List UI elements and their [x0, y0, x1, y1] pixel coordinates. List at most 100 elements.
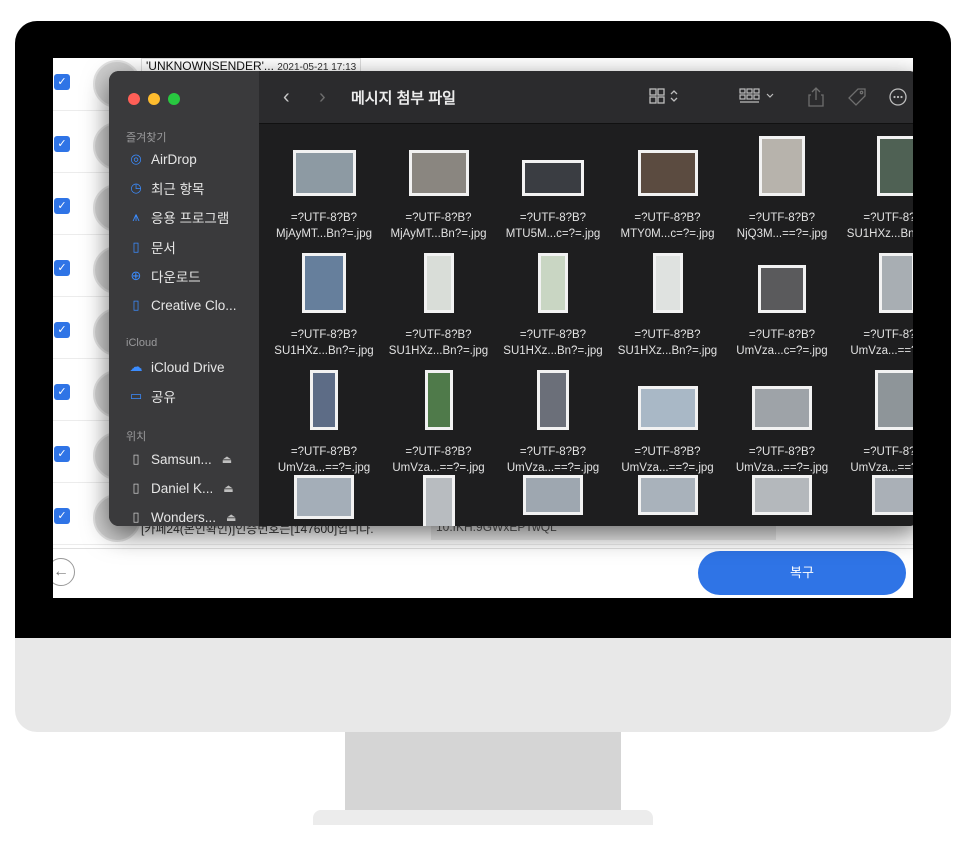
file-item[interactable]: =?UTF-8?B? MTU5M...c=?=.jpg	[496, 124, 610, 241]
sidebar-item-label: Wonders...	[151, 509, 217, 525]
file-item[interactable]: =?UTF-8?B? NjQ3M...==?=.jpg	[725, 124, 839, 241]
clock-icon: ◷	[130, 180, 142, 196]
image-thumbnail[interactable]	[637, 475, 698, 515]
monitor-stand-base	[313, 810, 653, 825]
file-item[interactable]	[267, 475, 381, 526]
file-item[interactable]: =?UTF-8?B? MTY0M...c=?=.jpg	[611, 124, 725, 241]
checkbox-checked-icon[interactable]: ✓	[54, 198, 70, 214]
image-thumbnail[interactable]	[752, 475, 812, 515]
file-item[interactable]: =?UTF-8?B? UmVza...c=?=.jpg	[725, 241, 839, 358]
image-thumbnail[interactable]	[637, 150, 698, 196]
image-thumbnail[interactable]	[294, 475, 354, 519]
restore-button[interactable]: 복구	[698, 551, 906, 595]
sidebar-item[interactable]: ◎ AirDrop	[126, 148, 196, 170]
image-thumbnail[interactable]	[538, 253, 568, 313]
drive-icon: ▯	[132, 451, 140, 466]
eject-icon[interactable]: ⏏	[223, 482, 233, 495]
checkbox-checked-icon[interactable]: ✓	[54, 384, 70, 400]
checkbox-checked-icon[interactable]: ✓	[54, 136, 70, 152]
sidebar-item[interactable]: ▯ 문서	[126, 236, 175, 258]
sidebar-item[interactable]: ▯ Daniel K... ⏏	[126, 477, 233, 499]
image-thumbnail[interactable]	[422, 475, 455, 526]
sidebar-item[interactable]: ▯ Creative Clo...	[126, 294, 237, 316]
sidebar-item-label: Creative Clo...	[151, 297, 237, 313]
window-title: 메시지 첨부 파일	[351, 90, 456, 107]
forward-chevron-icon[interactable]: ›	[319, 86, 326, 109]
file-name-line2: UmVza...==?=.jpg	[392, 462, 485, 474]
close-window-button[interactable]	[128, 93, 140, 105]
file-name-line2: MjAyMT...Bn?=.jpg	[390, 228, 487, 240]
tag-icon[interactable]	[847, 87, 867, 111]
image-thumbnail[interactable]	[759, 136, 805, 196]
checkbox-checked-icon[interactable]: ✓	[54, 74, 70, 90]
eject-icon[interactable]: ⏏	[226, 511, 236, 524]
file-item[interactable]: =?UTF-8?B? UmVza...==?=.jpg	[840, 241, 913, 358]
sidebar-item[interactable]: ☁ iCloud Drive	[126, 356, 225, 378]
file-item[interactable]	[496, 475, 610, 526]
sidebar-item[interactable]: ▭ 공유	[126, 385, 176, 407]
group-by-icon[interactable]	[739, 87, 779, 109]
back-chevron-icon[interactable]: ‹	[283, 86, 290, 109]
file-item[interactable]: =?UTF-8?B? UmVza...==?=.jpg	[267, 358, 381, 475]
back-arrow-icon[interactable]: ←	[53, 558, 75, 586]
monitor-chin	[15, 638, 951, 732]
image-thumbnail[interactable]	[408, 150, 469, 196]
checkbox-checked-icon[interactable]: ✓	[54, 446, 70, 462]
checkbox-checked-icon[interactable]: ✓	[54, 322, 70, 338]
sidebar-item[interactable]: ⊕ 다운로드	[126, 265, 201, 287]
zoom-window-button[interactable]	[168, 93, 180, 105]
sidebar-item[interactable]: ⩚ 응용 프로그램	[126, 206, 229, 228]
file-name-line1: =?UTF-8?B?	[290, 212, 358, 224]
image-thumbnail[interactable]	[874, 370, 913, 430]
file-item[interactable]: =?UTF-8?B? MjAyMT...Bn?=.jpg	[267, 124, 381, 241]
image-thumbnail[interactable]	[637, 386, 698, 430]
image-thumbnail[interactable]	[652, 253, 683, 313]
file-name-line1: =?UTF-8?B?	[519, 329, 587, 341]
image-thumbnail[interactable]	[522, 160, 584, 196]
grid-view-icon[interactable]	[649, 87, 681, 109]
image-thumbnail[interactable]	[878, 253, 913, 313]
file-item[interactable]: =?UTF-8?B? SU1HXz...Bn?=.jpg	[611, 241, 725, 358]
file-item[interactable]	[382, 475, 496, 526]
image-thumbnail[interactable]	[523, 475, 583, 515]
file-item[interactable]: =?UTF-8?B? UmVza...==?=.jpg	[382, 358, 496, 475]
more-icon[interactable]	[889, 87, 913, 111]
eject-icon[interactable]: ⏏	[222, 453, 232, 466]
sidebar-item[interactable]: ▯ Wonders... ⏏	[126, 506, 236, 526]
file-item[interactable]	[611, 475, 725, 526]
image-thumbnail[interactable]	[424, 370, 453, 430]
checkbox-checked-icon[interactable]: ✓	[54, 260, 70, 276]
sidebar-item-label: iCloud Drive	[151, 359, 225, 375]
file-name-line1: =?UTF-8?B?	[634, 446, 701, 458]
file-item[interactable]: =?UTF-8?B? SU1HXz...Bn?=.jpg	[840, 124, 913, 241]
file-name-line2: MjAyMT...Bn?=.jpg	[276, 228, 372, 240]
image-thumbnail[interactable]	[423, 253, 454, 313]
image-thumbnail[interactable]	[302, 253, 346, 313]
image-thumbnail[interactable]	[752, 386, 812, 430]
file-item[interactable]: =?UTF-8?B? UmVza...==?=.jpg	[725, 358, 839, 475]
file-icon: ▯	[132, 297, 140, 312]
file-name-line2: UmVza...==?=.jpg	[850, 462, 913, 474]
file-item[interactable]: =?UTF-8?B? SU1HXz...Bn?=.jpg	[496, 241, 610, 358]
file-item[interactable]: =?UTF-8?B? UmVza...==?=.jpg	[611, 358, 725, 475]
file-item[interactable]: =?UTF-8?B? UmVza...==?=.jpg	[496, 358, 610, 475]
file-item[interactable]: =?UTF-8?B? MjAyMT...Bn?=.jpg	[382, 124, 496, 241]
checkbox-checked-icon[interactable]: ✓	[54, 508, 70, 524]
image-thumbnail[interactable]	[871, 475, 913, 515]
minimize-window-button[interactable]	[148, 93, 160, 105]
image-thumbnail[interactable]	[537, 370, 569, 430]
file-name-line1: =?UTF-8?B?	[748, 329, 816, 341]
image-thumbnail[interactable]	[292, 150, 356, 196]
file-name-line2: NjQ3M...==?=.jpg	[736, 228, 828, 240]
sidebar-item[interactable]: ◷ 최근 항목	[126, 177, 204, 199]
image-thumbnail[interactable]	[758, 265, 806, 313]
file-item[interactable]: =?UTF-8?B? SU1HXz...Bn?=.jpg	[382, 241, 496, 358]
image-thumbnail[interactable]	[876, 136, 913, 196]
file-item[interactable]: =?UTF-8?B? SU1HXz...Bn?=.jpg	[267, 241, 381, 358]
file-item[interactable]	[840, 475, 913, 526]
file-item[interactable]	[725, 475, 839, 526]
share-icon[interactable]	[807, 87, 825, 111]
file-item[interactable]: =?UTF-8?B? UmVza...==?=.jpg	[840, 358, 913, 475]
sidebar-item[interactable]: ▯ Samsun... ⏏	[126, 448, 232, 470]
image-thumbnail[interactable]	[310, 370, 338, 430]
